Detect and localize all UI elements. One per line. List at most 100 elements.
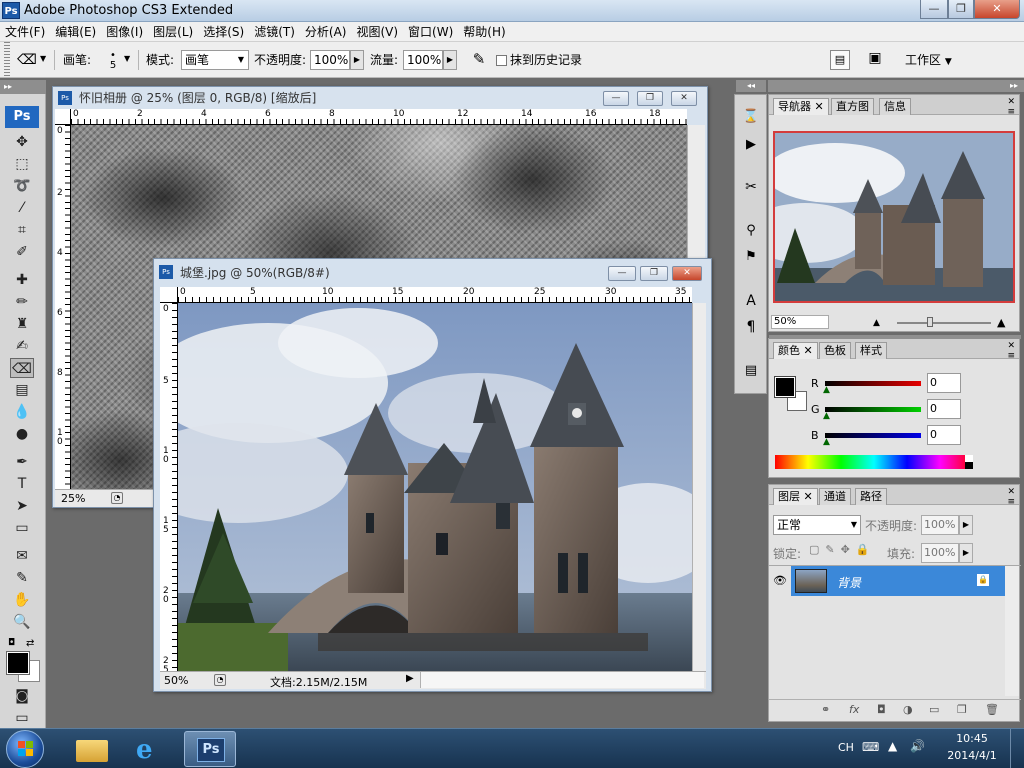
default-colors-icon[interactable]: ◘ bbox=[8, 638, 18, 648]
red-slider-thumb[interactable]: ▲ bbox=[823, 385, 830, 395]
dodge-tool-icon[interactable]: ● bbox=[10, 424, 34, 444]
flow-slider-toggle[interactable]: ▶ bbox=[443, 50, 457, 70]
screen-mode-icon[interactable]: ▭ bbox=[10, 710, 34, 726]
navigator-zoom-slider[interactable] bbox=[897, 322, 991, 324]
menu-help[interactable]: 帮助(H) bbox=[458, 22, 510, 42]
navigator-zoom-in-icon[interactable]: ▲ bbox=[997, 316, 1005, 329]
opacity-input[interactable]: 100% bbox=[310, 50, 350, 70]
doc1-horizontal-ruler[interactable]: 0 2 4 6 8 10 12 14 16 18 bbox=[71, 109, 687, 125]
eraser-preset-icon[interactable]: ⌫ bbox=[16, 52, 38, 68]
airbrush-icon[interactable]: ✎ bbox=[468, 50, 490, 70]
color-panel-fg-swatch[interactable] bbox=[774, 376, 796, 398]
brush-tool-icon[interactable]: ✏ bbox=[10, 292, 34, 312]
actions-panel-icon[interactable]: ▶ bbox=[740, 137, 762, 157]
green-slider[interactable] bbox=[825, 407, 921, 412]
menu-window[interactable]: 窗口(W) bbox=[403, 22, 458, 42]
tab-styles[interactable]: 样式 bbox=[855, 342, 887, 359]
gradient-tool-icon[interactable]: ▤ bbox=[10, 380, 34, 400]
doc1-maximize-button[interactable]: ❐ bbox=[637, 91, 663, 106]
palette-well-icon[interactable]: ▤ bbox=[830, 50, 850, 70]
doc2-canvas-castle-photo[interactable] bbox=[178, 303, 692, 671]
move-tool-icon[interactable]: ✥ bbox=[10, 132, 34, 152]
taskbar-explorer-button[interactable] bbox=[66, 731, 118, 767]
quick-mask-icon[interactable]: ◙ bbox=[10, 686, 34, 706]
blue-input[interactable]: 0 bbox=[927, 425, 961, 445]
menu-select[interactable]: 选择(S) bbox=[198, 22, 249, 42]
new-group-icon[interactable]: ▭ bbox=[929, 703, 939, 716]
layer-comps-panel-icon[interactable]: ▤ bbox=[740, 363, 762, 383]
clone-stamp-tool-icon[interactable]: ♜ bbox=[10, 314, 34, 334]
doc2-horizontal-ruler[interactable]: 0 5 10 15 20 25 30 35 bbox=[178, 287, 692, 303]
taskbar-photoshop-button[interactable]: Ps bbox=[184, 731, 236, 767]
doc2-vertical-ruler[interactable]: 0 5 1 0 1 5 2 0 2 5 bbox=[160, 303, 178, 675]
panel-dock-collapse-button[interactable]: ▸▸ bbox=[768, 80, 1024, 92]
brushes-panel-icon[interactable]: ⚲ bbox=[740, 223, 762, 243]
magic-wand-tool-icon[interactable]: ⁄ bbox=[10, 198, 34, 218]
navigator-zoom-out-icon[interactable]: ▲ bbox=[873, 318, 880, 328]
blue-slider[interactable] bbox=[825, 433, 921, 438]
delete-layer-icon[interactable]: 🗑 bbox=[985, 703, 999, 716]
tab-close-icon[interactable]: ✕ bbox=[815, 100, 824, 113]
history-brush-tool-icon[interactable]: ✍ bbox=[10, 336, 34, 356]
hand-tool-icon[interactable]: ✋ bbox=[10, 590, 34, 610]
slice-tool-icon[interactable]: ✐ bbox=[10, 242, 34, 262]
path-selection-tool-icon[interactable]: ➤ bbox=[10, 496, 34, 516]
tab-color[interactable]: 颜色 ✕ bbox=[773, 342, 818, 359]
doc1-vertical-ruler[interactable]: 0 2 4 6 8 1 0 bbox=[55, 125, 71, 489]
workspace-button[interactable]: 工作区 ▼ bbox=[905, 42, 952, 80]
doc2-horizontal-scrollbar[interactable] bbox=[420, 672, 704, 688]
doc1-close-button[interactable]: ✕ bbox=[671, 91, 697, 106]
toolbox-collapse-button[interactable]: ▸▸ bbox=[0, 80, 46, 94]
input-language-indicator[interactable]: CH bbox=[838, 741, 854, 754]
volume-icon[interactable]: 🔊 bbox=[910, 739, 925, 753]
taskbar-ie-button[interactable]: e bbox=[124, 731, 176, 767]
navigator-panel-menu-icon[interactable]: ✕ ≡ bbox=[1007, 97, 1015, 117]
red-slider[interactable] bbox=[825, 381, 921, 386]
type-tool-icon[interactable]: T bbox=[10, 474, 34, 494]
color-panel-menu-icon[interactable]: ✕ ≡ bbox=[1007, 341, 1015, 361]
brush-picker[interactable]: • 5 bbox=[104, 51, 122, 73]
tab-channels[interactable]: 通道 bbox=[819, 488, 851, 505]
layer-row-background[interactable]: 👁 背景 🔒 bbox=[769, 566, 1005, 596]
navigator-thumbnail[interactable] bbox=[773, 131, 1015, 303]
tab-swatches[interactable]: 色板 bbox=[819, 342, 851, 359]
lock-icons[interactable]: ▢✎✥🔒 bbox=[809, 543, 876, 556]
tab-layers[interactable]: 图层 ✕ bbox=[773, 488, 818, 505]
green-input[interactable]: 0 bbox=[927, 399, 961, 419]
red-input[interactable]: 0 bbox=[927, 373, 961, 393]
menu-view[interactable]: 视图(V) bbox=[351, 22, 403, 42]
window-close-button[interactable]: ✕ bbox=[974, 0, 1020, 19]
doc2-zoom-field[interactable]: 50% bbox=[164, 674, 188, 687]
layers-scrollbar[interactable] bbox=[1005, 566, 1019, 696]
doc1-status-menu-icon[interactable]: ◔ bbox=[111, 492, 123, 504]
tab-info[interactable]: 信息 bbox=[879, 98, 911, 115]
pen-tool-icon[interactable]: ✒ bbox=[10, 452, 34, 472]
lasso-tool-icon[interactable]: ➰ bbox=[10, 176, 34, 196]
navigator-zoom-input[interactable]: 50% bbox=[771, 315, 829, 329]
zoom-tool-icon[interactable]: 🔍 bbox=[10, 612, 34, 632]
navigator-zoom-slider-thumb[interactable] bbox=[927, 317, 933, 327]
options-grip[interactable] bbox=[4, 42, 10, 78]
tab-close-icon[interactable]: ✕ bbox=[804, 344, 813, 357]
layer-visibility-eye-icon[interactable]: 👁 bbox=[769, 566, 791, 596]
foreground-color-swatch[interactable] bbox=[6, 651, 30, 675]
doc2-maximize-button[interactable]: ❐ bbox=[640, 266, 668, 281]
green-slider-thumb[interactable]: ▲ bbox=[823, 411, 830, 421]
menu-layer[interactable]: 图层(L) bbox=[148, 22, 198, 42]
tab-close-icon[interactable]: ✕ bbox=[804, 490, 813, 503]
window-minimize-button[interactable]: — bbox=[920, 0, 948, 19]
notes-tool-icon[interactable]: ✉ bbox=[10, 546, 34, 566]
flow-input[interactable]: 100% bbox=[403, 50, 443, 70]
menu-edit[interactable]: 编辑(E) bbox=[50, 22, 101, 42]
adjustment-layer-icon[interactable]: ◑ bbox=[903, 703, 913, 716]
mode-select[interactable]: 画笔 ▼ bbox=[181, 50, 249, 70]
clock-date[interactable]: 2014/4/1 bbox=[942, 749, 1002, 762]
show-desktop-button[interactable] bbox=[1010, 729, 1024, 768]
tab-histogram[interactable]: 直方图 bbox=[831, 98, 874, 115]
tray-arrow-icon[interactable]: ▲ bbox=[888, 739, 897, 753]
doc2-minimize-button[interactable]: — bbox=[608, 266, 636, 281]
menu-image[interactable]: 图像(I) bbox=[101, 22, 148, 42]
keyboard-icon[interactable]: ⌨ bbox=[862, 740, 879, 754]
marquee-tool-icon[interactable]: ⬚ bbox=[10, 154, 34, 174]
tab-paths[interactable]: 路径 bbox=[855, 488, 887, 505]
